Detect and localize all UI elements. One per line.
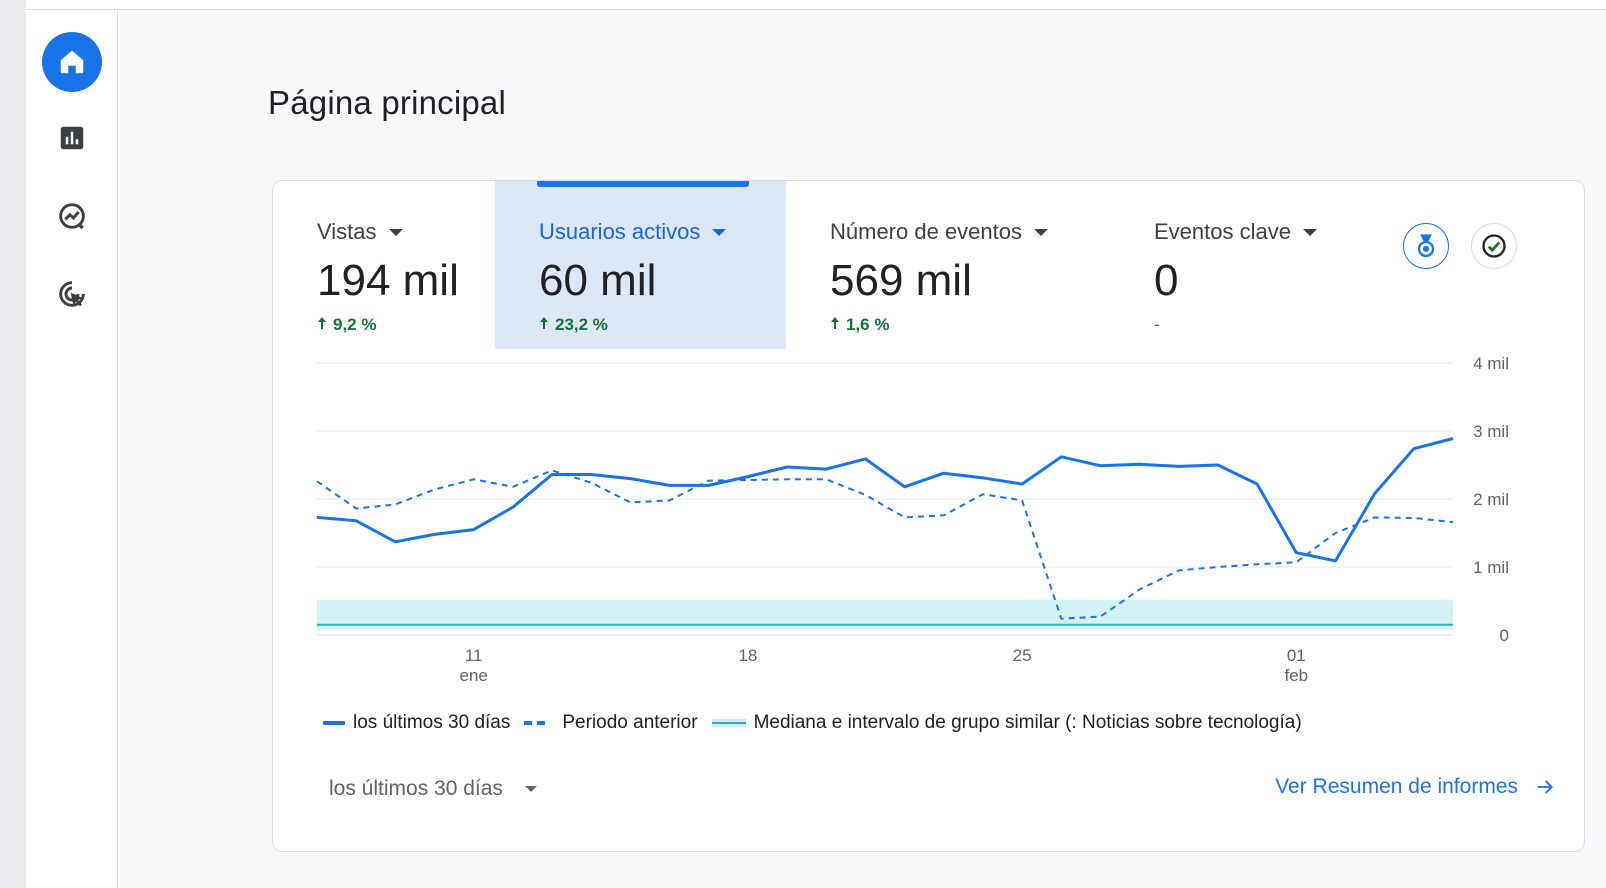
legend-label: los últimos 30 días	[353, 712, 511, 733]
arrow-up-icon	[317, 315, 327, 335]
top-bar	[0, 0, 1606, 10]
legend-label: Periodo anterior	[562, 712, 698, 733]
metric-label: Eventos clave	[1154, 219, 1291, 244]
legend-item-previous[interactable]: Periodo anterior	[524, 712, 698, 734]
nav-advertising[interactable]	[42, 264, 102, 324]
selected-indicator	[537, 181, 749, 187]
arrow-right-icon	[1537, 780, 1554, 794]
metric-label-dropdown[interactable]: Vistas	[317, 219, 495, 245]
date-range-label: los últimos 30 días	[329, 777, 503, 800]
y-tick-label: 4 mil	[1473, 354, 1509, 373]
x-tick-month-label: feb	[1284, 666, 1308, 685]
overview-card: Vistas 194 mil 9,2 % Usuarios activos 60…	[272, 180, 1585, 852]
series-line-current	[316, 437, 1454, 563]
metric-change: 1,6 %	[830, 315, 1110, 335]
x-tick-month-label: ene	[460, 666, 488, 685]
legend-item-peer[interactable]: Mediana e intervalo de grupo similar (: …	[711, 712, 1302, 734]
y-tick-label: 2 mil	[1473, 490, 1509, 509]
metric-value: 60 mil	[539, 256, 657, 305]
arrow-up-icon	[830, 315, 840, 335]
advertising-icon	[59, 281, 85, 307]
metric-change-value: -	[1154, 315, 1160, 334]
view-reports-label: Ver Resumen de informes	[1275, 775, 1518, 798]
metric-event-count[interactable]: Número de eventos 569 mil 1,6 %	[786, 181, 1110, 349]
metric-label: Número de eventos	[830, 219, 1022, 244]
x-tick-label: 01	[1287, 646, 1306, 665]
nav-rail	[26, 10, 118, 888]
y-tick-label: 3 mil	[1473, 422, 1509, 441]
metric-change-value: 23,2 %	[555, 315, 608, 334]
dropdown-caret-icon	[1034, 228, 1048, 236]
metric-label-dropdown[interactable]: Número de eventos	[830, 219, 1110, 245]
solid-line-swatch	[323, 721, 345, 725]
reports-icon	[60, 126, 84, 150]
metric-label-dropdown[interactable]: Usuarios activos	[539, 219, 786, 245]
metric-label: Vistas	[317, 219, 377, 244]
metric-change: 23,2 %	[539, 315, 786, 335]
metric-label: Usuarios activos	[539, 219, 701, 244]
nav-home[interactable]	[42, 32, 102, 92]
dropdown-caret-icon	[712, 228, 727, 236]
metric-key-events[interactable]: Eventos clave 0 -	[1110, 181, 1370, 349]
x-tick-label: 11	[465, 646, 483, 665]
band-swatch	[711, 719, 746, 727]
metric-value: 194 mil	[317, 256, 459, 305]
y-tick-label: 1 mil	[1473, 558, 1509, 577]
explore-icon	[59, 203, 85, 230]
metric-label-dropdown[interactable]: Eventos clave	[1154, 219, 1370, 245]
dropdown-caret-icon	[388, 228, 403, 236]
metric-value: 569 mil	[830, 256, 972, 305]
y-tick-label: 0	[1500, 626, 1509, 645]
nav-explore[interactable]	[42, 186, 102, 246]
view-reports-link[interactable]: Ver Resumen de informes	[1275, 775, 1556, 799]
x-tick-label: 25	[1013, 646, 1032, 665]
metric-value: 0	[1154, 256, 1179, 305]
line-chart: 0 1 mil 2 mil 3 mil 4 mil 11 ene 18 25 01 feb	[273, 347, 1586, 687]
dashed-line-swatch	[524, 721, 546, 725]
benchmark-button[interactable]	[1403, 223, 1449, 269]
chart-legend: los últimos 30 días Periodo anterior Med…	[323, 709, 1316, 737]
metric-active-users[interactable]: Usuarios activos 60 mil 23,2 %	[495, 181, 786, 349]
data-quality-button[interactable]	[1471, 223, 1517, 269]
home-icon	[60, 50, 84, 74]
metric-change: -	[1154, 315, 1370, 335]
metric-change-value: 1,6 %	[846, 315, 890, 334]
legend-item-current[interactable]: los últimos 30 días	[323, 712, 510, 734]
date-range-select[interactable]: los últimos 30 días	[329, 777, 537, 801]
legend-label: Mediana e intervalo de grupo similar (: …	[753, 712, 1302, 733]
metric-views[interactable]: Vistas 194 mil 9,2 %	[273, 181, 495, 349]
medal-icon	[1417, 234, 1435, 258]
series-line-previous	[316, 469, 1454, 620]
metric-change-value: 9,2 %	[333, 315, 377, 334]
metric-change: 9,2 %	[317, 315, 495, 335]
x-tick-label: 18	[738, 646, 757, 665]
page-title: Página principal	[268, 84, 507, 121]
dropdown-caret-icon	[1302, 228, 1317, 236]
check-circle-icon	[1482, 234, 1506, 258]
nav-reports[interactable]	[42, 108, 102, 168]
chart-canvas: 0 1 mil 2 mil 3 mil 4 mil 11ene 18 25 01feb	[316, 354, 1509, 685]
dropdown-caret-icon	[524, 786, 537, 792]
outer-gutter	[0, 0, 26, 888]
arrow-up-icon	[539, 315, 549, 335]
